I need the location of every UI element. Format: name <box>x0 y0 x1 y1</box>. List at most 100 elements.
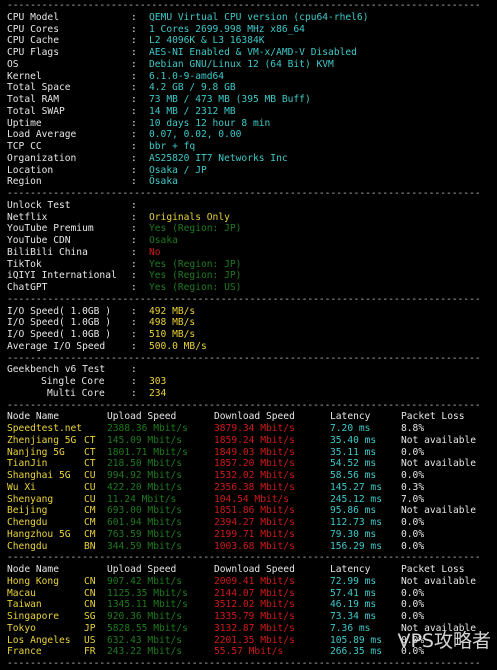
header-latency: Latency <box>330 411 371 423</box>
separator-line: ----------------------------------------… <box>7 552 481 564</box>
row-colon: : <box>131 105 137 117</box>
isp-code: CU <box>84 481 96 493</box>
download-speed: 1003.68 Mbit/s <box>214 540 295 552</box>
latency: 57.41 ms <box>330 587 377 599</box>
row-colon: : <box>131 58 137 70</box>
node-name: Taiwan <box>7 599 42 611</box>
row-value: 492 MB/s <box>149 305 196 317</box>
row-colon: : <box>131 364 137 376</box>
row-label: Region <box>7 176 42 188</box>
latency: 7.20 ms <box>330 423 371 434</box>
row-label: TikTok <box>7 258 42 270</box>
latency: 35.40 ms <box>330 434 377 446</box>
upload-speed: 243.22 Mbit/s <box>107 646 183 658</box>
node-name: Chengdu <box>7 517 48 528</box>
row-colon: : <box>131 329 137 340</box>
row-value: No <box>149 246 161 258</box>
speed-header-row: Node Name Upload Speed Download Speed Laten… <box>7 564 497 576</box>
upload-speed: 344.59 Mbit/s <box>107 540 183 552</box>
row-colon: : <box>131 235 137 246</box>
upload-speed: 218.50 Mbit/s <box>107 458 183 470</box>
geekbench-title-row: Geekbench v6 Test: <box>7 364 497 376</box>
row-value: 500.0 MB/s <box>149 340 207 352</box>
row-colon: : <box>131 258 137 270</box>
download-speed: 1532.02 Mbit/s <box>214 470 295 481</box>
download-speed: 104.54 Mbit/s <box>214 493 290 505</box>
row-value: Yes (Region: JP) <box>149 223 242 235</box>
row-label: Average I/O Speed <box>7 340 106 352</box>
row-value: 6.1.0-9-amd64 <box>149 70 225 82</box>
row-colon: : <box>131 246 137 258</box>
row-value: 0.07, 0.02, 0.00 <box>149 129 242 141</box>
isp-code: SG <box>84 611 96 622</box>
geekbench-single-row: Single Core: 303 <box>7 376 497 388</box>
row-value: Osaka / JP <box>149 164 207 176</box>
row-label: CPU Flags <box>7 47 59 58</box>
header-latency: Latency <box>330 564 371 575</box>
row-colon: : <box>131 282 137 293</box>
geekbench-title: Geekbench v6 Test <box>7 364 106 376</box>
latency: 156.29 ms <box>330 540 382 552</box>
node-name: Chengdu <box>7 540 48 552</box>
row-value: Osaka <box>149 235 178 246</box>
geekbench-multi-row: Multi Core:234 <box>7 388 497 400</box>
node-name: Hangzhou 5G <box>7 528 71 540</box>
upload-speed: 1345.11 Mbit/s <box>107 599 188 611</box>
row-value: Yes (Region: JP) <box>149 258 242 270</box>
separator-line: ----------------------------------------… <box>7 0 481 11</box>
download-speed: 2356.38 Mbit/s <box>214 481 295 493</box>
unlock-row: BiliBili China: No <box>7 247 497 259</box>
separator-line: ----------------------------------------… <box>7 658 481 669</box>
speed-row: Speedtest.net 2388.36 Mbit/s 3879.34 Mbit/… <box>7 423 497 435</box>
latency: 105.89 ms <box>330 634 382 646</box>
latency: 145.27 ms <box>330 481 382 493</box>
isp-code: CM <box>84 517 96 528</box>
row-value: 73 MB / 473 MB (395 MB Buff) <box>149 94 311 105</box>
io-row: Average I/O Speed:500.0 MB/s <box>7 341 497 353</box>
upload-speed: 994.92 Mbit/s <box>107 470 183 481</box>
row-label: Uptime <box>7 117 42 129</box>
speed-row: Chengdu CM 601.94 Mbit/s 2394.27 Mbit/s 112.… <box>7 517 497 529</box>
row-colon: : <box>131 117 137 129</box>
geekbench-multi-value: 234 <box>149 387 167 399</box>
upload-speed: 11.24 Mbit/s <box>107 493 177 505</box>
row-label: iQIYI International <box>7 270 117 282</box>
packet-loss: 0.0% <box>401 528 425 540</box>
isp-code: CN <box>84 599 96 611</box>
download-speed: 1849.03 Mbit/s <box>214 446 295 458</box>
packet-loss: Not available <box>401 434 477 446</box>
row-value: 14 MB / 2312 MB <box>149 105 236 117</box>
upload-speed: 907.42 Mbit/s <box>107 575 183 587</box>
row-label: CPU Model <box>7 11 59 23</box>
download-speed: 2199.71 Mbit/s <box>214 528 295 540</box>
speed-row: Beijing CM 693.00 Mbit/s 1851.86 Mbit/s 95.8… <box>7 505 497 517</box>
unlock-row: ChatGPT: Yes (Region: US) <box>7 282 497 294</box>
sysinfo-row: Total SWAP:14 MB / 2312 MB <box>7 106 497 118</box>
latency: 7.36 ms <box>330 622 371 634</box>
speed-row: Macau CN 1125.35 Mbit/s 2144.07 Mbit/s 57.41… <box>7 588 497 600</box>
header-upload: Upload Speed <box>107 564 177 575</box>
row-colon: : <box>131 23 137 35</box>
isp-code: CT <box>84 446 96 458</box>
node-name: Wu Xi <box>7 481 36 493</box>
isp-code: CU <box>84 493 96 505</box>
download-speed: 2009.41 Mbit/s <box>214 575 295 587</box>
row-label: TCP CC <box>7 141 42 152</box>
geekbench-single-value: 303 <box>149 376 167 387</box>
speed-row: TianJin CT 218.50 Mbit/s 1857.20 Mbit/s 54.5… <box>7 458 497 470</box>
isp-code: BN <box>84 540 96 552</box>
unlock-row: iQIYI International: Yes (Region: JP) <box>7 270 497 282</box>
sysinfo-row: Kernel:6.1.0-9-amd64 <box>7 71 497 83</box>
packet-loss: 0.0% <box>401 446 425 458</box>
isp-code: CN <box>84 587 96 599</box>
upload-speed: 693.00 Mbit/s <box>107 505 183 517</box>
latency: 95.86 ms <box>330 505 377 517</box>
isp-code: JP <box>84 622 96 634</box>
packet-loss: 0.0% <box>401 599 425 611</box>
node-name: Zhenjiang 5G <box>7 434 77 446</box>
upload-speed: 763.59 Mbit/s <box>107 528 183 540</box>
packet-loss: 0.0% <box>401 540 425 552</box>
row-label: I/O Speed( 1.0GB ) <box>7 305 111 317</box>
row-colon: : <box>131 176 137 188</box>
download-speed: 1857.20 Mbit/s <box>214 458 295 470</box>
